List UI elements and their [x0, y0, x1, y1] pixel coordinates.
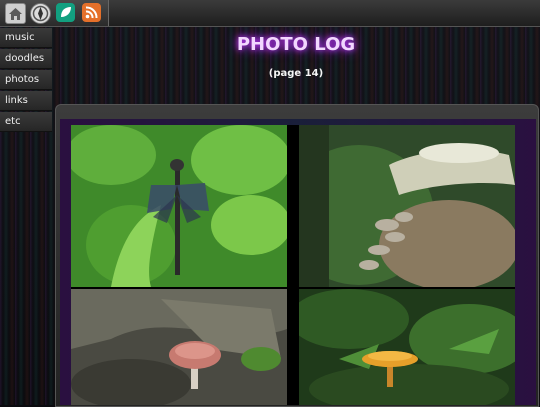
sidebar-item-doodles[interactable]: doodles	[0, 49, 52, 69]
compass-icon[interactable]	[30, 3, 51, 24]
top-bar	[0, 0, 540, 27]
icon-bar	[0, 0, 109, 26]
sidebar-item-etc[interactable]: etc	[0, 112, 52, 132]
home-icon[interactable]	[5, 3, 26, 24]
photo-pink-mushroom[interactable]	[71, 289, 287, 405]
photo-dragonfly[interactable]	[71, 125, 287, 287]
page-number-label: (page 14)	[268, 68, 324, 79]
sidebar-nav: music doodles photos links etc	[0, 28, 52, 133]
leaf-icon[interactable]	[56, 3, 75, 22]
photo-mossy-stump[interactable]	[299, 125, 515, 287]
sidebar-item-photos[interactable]: photos	[0, 70, 52, 90]
sidebar-item-music[interactable]: music	[0, 28, 52, 48]
photo-orange-mushroom[interactable]	[299, 289, 515, 405]
page-title: PHOTO LOG	[236, 34, 356, 55]
photo-grid	[71, 125, 515, 405]
rss-icon[interactable]	[82, 3, 101, 22]
sidebar-item-links[interactable]: links	[0, 91, 52, 111]
